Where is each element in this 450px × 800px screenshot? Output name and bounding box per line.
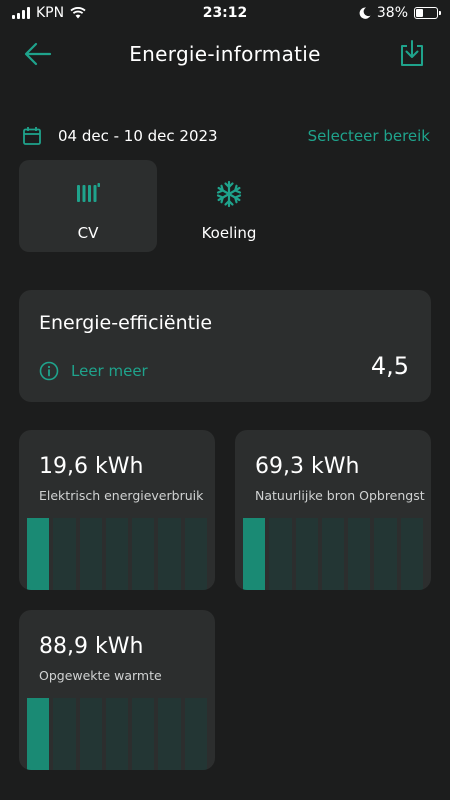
bar-slot xyxy=(158,518,181,590)
bar-slot xyxy=(105,518,129,590)
select-range-link[interactable]: Selecteer bereik xyxy=(308,127,430,145)
date-range-text: 04 dec - 10 dec 2023 xyxy=(58,127,218,145)
bar-slot xyxy=(321,518,345,590)
bar xyxy=(243,518,266,590)
page-title: Energie-informatie xyxy=(129,42,321,66)
tab-koeling[interactable]: Koeling xyxy=(160,160,298,252)
bar-slot xyxy=(27,698,50,770)
radiator-icon xyxy=(77,183,100,202)
battery-percent: 38% xyxy=(376,5,408,21)
snowflake-icon xyxy=(216,180,242,208)
bar-slot xyxy=(269,518,292,590)
card-label: Opgewekte warmte xyxy=(39,668,162,683)
download-icon xyxy=(401,40,423,66)
electric-consumption-card[interactable]: 19,6 kWh Elektrisch energieverbruik xyxy=(19,430,215,590)
natural-source-yield-card[interactable]: 69,3 kWh Natuurlijke bron Opbrengst xyxy=(235,430,431,590)
moon-icon xyxy=(359,7,371,19)
battery-icon xyxy=(414,7,441,19)
battery-level xyxy=(416,9,424,17)
bar-slot xyxy=(105,698,129,770)
learn-more-label: Leer meer xyxy=(71,362,148,380)
header: Energie-informatie xyxy=(0,36,450,72)
bar-slot xyxy=(243,518,266,590)
efficiency-card: Energie-efficiëntie Leer meer 4,5 xyxy=(19,290,431,402)
bar-chart xyxy=(27,518,207,590)
card-value: 69,3 kWh xyxy=(255,454,360,479)
status-right: 38% xyxy=(359,5,441,21)
bar-slot xyxy=(79,518,102,590)
date-range-row: 04 dec - 10 dec 2023 Selecteer bereik xyxy=(22,124,430,150)
efficiency-value: 4,5 xyxy=(370,352,409,380)
card-label: Natuurlijke bron Opbrengst xyxy=(255,488,425,503)
bar-slot xyxy=(295,518,318,590)
card-value: 19,6 kWh xyxy=(39,454,144,479)
status-bar: KPN 23:12 38% xyxy=(0,0,450,28)
bar-slot xyxy=(132,698,155,770)
bar-slot xyxy=(374,518,397,590)
bar xyxy=(27,698,50,770)
bar-chart xyxy=(27,698,207,770)
bar-slot xyxy=(400,518,423,590)
tab-cv[interactable]: CV xyxy=(19,160,157,252)
bar-slot xyxy=(79,698,102,770)
bar-slot xyxy=(53,698,76,770)
efficiency-title: Energie-efficiëntie xyxy=(39,312,213,334)
bar-slot xyxy=(348,518,371,590)
bar-slot xyxy=(27,518,50,590)
bar-slot xyxy=(184,518,207,590)
download-button[interactable] xyxy=(398,38,426,68)
bar-chart xyxy=(243,518,423,590)
learn-more-link[interactable]: Leer meer xyxy=(39,361,148,381)
calendar-icon xyxy=(23,127,41,145)
info-icon xyxy=(39,361,59,381)
generated-heat-card[interactable]: 88,9 kWh Opgewekte warmte xyxy=(19,610,215,770)
bar-slot xyxy=(132,518,155,590)
tab-cv-label: CV xyxy=(77,224,99,242)
tab-koeling-label: Koeling xyxy=(201,224,257,242)
bar-slot xyxy=(158,698,181,770)
bar-slot xyxy=(53,518,76,590)
card-label: Elektrisch energieverbruik xyxy=(39,488,204,503)
bar-slot xyxy=(184,698,207,770)
bar xyxy=(27,518,50,590)
card-value: 88,9 kWh xyxy=(39,634,144,659)
